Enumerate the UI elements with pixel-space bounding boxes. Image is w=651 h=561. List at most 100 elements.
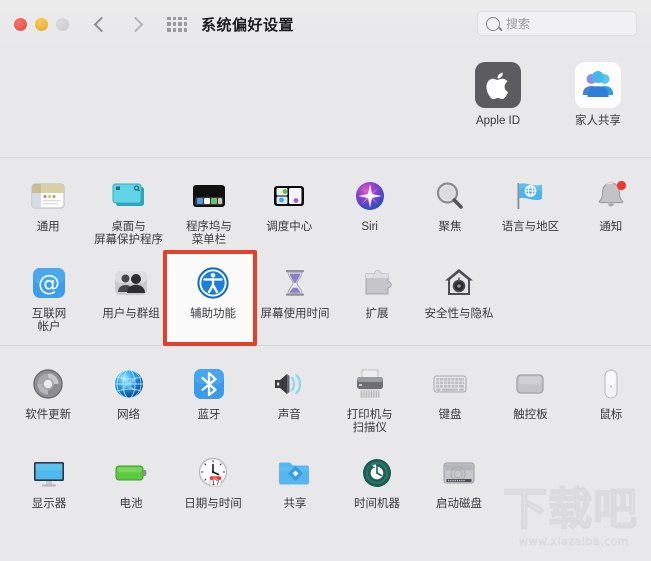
pref-pane-trackpad[interactable]: 触控板 (490, 358, 570, 435)
pref-pane-bluetooth[interactable]: 蓝牙 (169, 358, 249, 435)
pref-pane-label: 调度中心 (266, 221, 313, 233)
pref-pane-label: 家人共享 (575, 115, 621, 127)
users-groups-icon (111, 263, 151, 303)
pref-pane-battery[interactable]: 电池 (90, 447, 172, 511)
mouse-icon (591, 364, 631, 404)
language-region-flag-icon (510, 176, 550, 216)
pref-pane-software-update[interactable]: 软件更新 (8, 358, 88, 435)
close-button[interactable] (14, 17, 27, 31)
pref-pane-startup-disk[interactable]: 启动磁盘 (418, 447, 500, 511)
pref-pane-label: 触控板 (513, 409, 548, 421)
accounts-row: Apple ID 家人共享 (457, 56, 639, 128)
pref-pane-label: 安全性与隐私 (424, 308, 494, 320)
siri-icon (350, 176, 390, 216)
pref-pane-sound[interactable]: 声音 (249, 358, 329, 435)
battery-icon (111, 453, 151, 493)
pref-pane-label: 桌面与 屏幕保护程序 (94, 221, 164, 246)
pref-pane-extensions[interactable]: 扩展 (336, 257, 418, 334)
family-sharing-icon (575, 62, 621, 108)
software-update-gear-icon (28, 364, 68, 404)
pref-pane-label: 扩展 (365, 308, 389, 320)
pref-row-2: @ 互联网 帐户 用户与群组 辅助功能 屏幕使用时间 扩展 安全性与隐私 (0, 247, 651, 334)
pref-pane-label: 屏幕使用时间 (260, 308, 330, 320)
screen-time-hourglass-icon (275, 263, 315, 303)
traffic-light-buttons (14, 17, 69, 31)
mission-control-icon (269, 176, 309, 216)
pref-pane-security-privacy[interactable]: 安全性与隐私 (418, 257, 500, 334)
zoom-button (56, 17, 69, 31)
pref-pane-screen-time[interactable]: 屏幕使用时间 (254, 257, 336, 334)
bluetooth-icon (189, 364, 229, 404)
pref-row-1: 通用 桌面与 屏幕保护程序 程序坞与 菜单栏 调度中心 Siri 聚焦 语言与地… (0, 158, 651, 247)
extensions-puzzle-icon (357, 263, 397, 303)
pref-pane-label: 网络 (117, 409, 141, 421)
pref-pane-language-region[interactable]: 语言与地区 (490, 170, 570, 247)
pref-pane-label: 互联网 帐户 (31, 308, 67, 333)
pref-pane-family-sharing[interactable]: 家人共享 (557, 56, 639, 128)
pref-pane-label: 通知 (599, 221, 623, 233)
pref-pane-siri[interactable]: Siri (330, 170, 410, 247)
search-box[interactable]: 搜索 (477, 11, 637, 36)
pref-pane-time-machine[interactable]: 时间机器 (336, 447, 418, 511)
internet-accounts-at-icon: @ (29, 263, 69, 303)
pref-pane-label: 显示器 (31, 498, 67, 510)
pref-pane-label: 鼠标 (599, 409, 623, 421)
pref-pane-users-groups[interactable]: 用户与群组 (90, 257, 172, 334)
pref-pane-label: Apple ID (475, 115, 521, 127)
pref-pane-spotlight[interactable]: 聚焦 (410, 170, 490, 247)
pref-pane-date-time[interactable]: JUL 17 日期与时间 (172, 447, 254, 511)
keyboard-icon (430, 364, 470, 404)
pref-row-3: 软件更新 网络 蓝牙 声音 打印机与 扫描仪 键盘 触控板 鼠标 (0, 346, 651, 435)
navigation-buttons (93, 17, 143, 31)
pref-pane-general[interactable]: 通用 (8, 170, 88, 247)
pref-pane-label: Siri (361, 221, 378, 233)
pref-pane-apple-id[interactable]: Apple ID (457, 56, 539, 128)
pref-pane-label: 程序坞与 菜单栏 (185, 221, 232, 246)
time-machine-icon (357, 453, 397, 493)
pref-pane-label: 蓝牙 (197, 409, 221, 421)
pref-pane-accessibility[interactable]: 辅助功能 (172, 257, 254, 334)
pref-pane-label: 共享 (283, 498, 307, 510)
window-titlebar: 系统偏好设置 搜索 (0, 0, 651, 48)
pref-pane-keyboard[interactable]: 键盘 (410, 358, 490, 435)
date-time-clock-icon: JUL 17 (193, 453, 233, 493)
search-icon (486, 16, 500, 31)
sound-speaker-icon (269, 364, 309, 404)
pref-pane-printers-scanners[interactable]: 打印机与 扫描仪 (330, 358, 410, 435)
startup-disk-icon (439, 453, 479, 493)
search-placeholder: 搜索 (506, 17, 531, 31)
pref-pane-desktop-screensaver[interactable]: 桌面与 屏幕保护程序 (88, 170, 168, 247)
apple-logo-icon (475, 62, 521, 108)
pref-pane-label: 语言与地区 (501, 221, 560, 233)
back-chevron-icon[interactable] (93, 17, 107, 31)
pref-pane-network[interactable]: 网络 (88, 358, 168, 435)
notifications-bell-icon (591, 176, 631, 216)
pref-pane-internet-accounts[interactable]: @ 互联网 帐户 (8, 257, 90, 334)
pref-pane-label: 打印机与 扫描仪 (346, 409, 393, 434)
pref-pane-label: 通用 (36, 221, 60, 233)
pref-pane-label: 声音 (277, 409, 301, 421)
dock-menubar-icon (189, 176, 229, 216)
pref-pane-mouse[interactable]: 鼠标 (571, 358, 651, 435)
calendar-day: 17 (211, 479, 219, 487)
pref-pane-label: 辅助功能 (190, 308, 236, 320)
network-globe-icon (109, 364, 149, 404)
pref-pane-label: 电池 (119, 498, 143, 510)
forward-chevron-icon[interactable] (129, 17, 143, 31)
pref-pane-label: 软件更新 (25, 409, 72, 421)
pref-pane-label: 启动磁盘 (436, 498, 482, 510)
pref-pane-dock-menubar[interactable]: 程序坞与 菜单栏 (169, 170, 249, 247)
general-window-icon (28, 176, 68, 216)
pref-pane-displays[interactable]: 显示器 (8, 447, 90, 511)
security-privacy-house-icon (439, 263, 479, 303)
pref-pane-notifications[interactable]: 通知 (571, 170, 651, 247)
minimize-button[interactable] (35, 17, 48, 31)
printers-scanners-icon (350, 364, 390, 404)
pref-pane-sharing[interactable]: 共享 (254, 447, 336, 511)
pref-pane-label: 时间机器 (354, 498, 400, 510)
sharing-folder-icon (275, 453, 315, 493)
spotlight-magnifier-icon (430, 176, 470, 216)
pref-pane-label: 聚焦 (438, 221, 462, 233)
show-all-grid-icon[interactable] (167, 16, 187, 32)
pref-pane-mission-control[interactable]: 调度中心 (249, 170, 329, 247)
